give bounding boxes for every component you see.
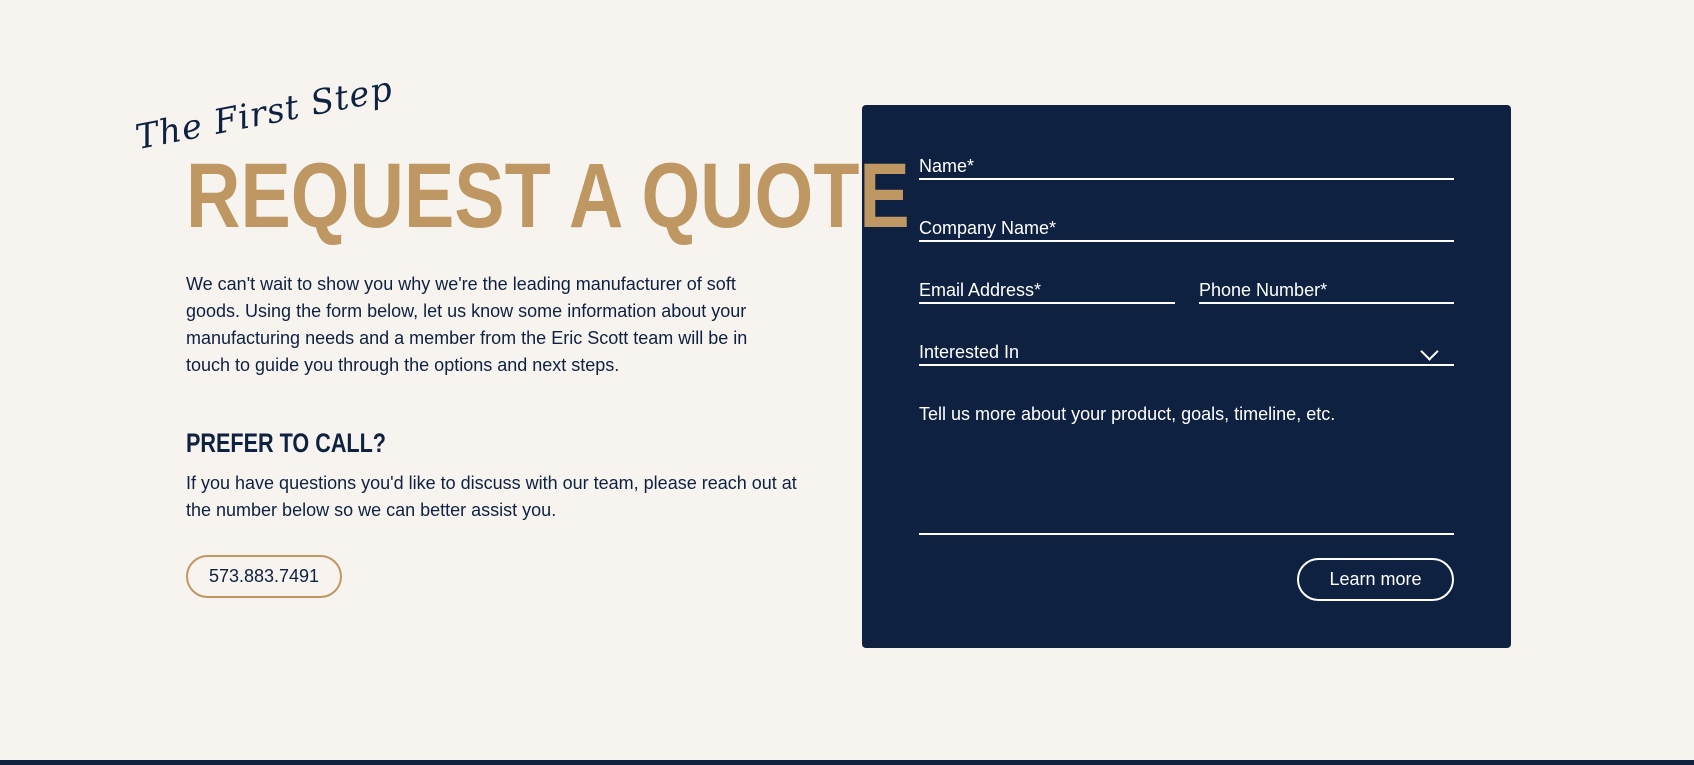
page-title: REQUEST A QUOTE xyxy=(186,145,910,247)
name-field-label: Name* xyxy=(919,156,975,176)
phone-number-button[interactable]: 573.883.7491 xyxy=(186,555,342,598)
message-textarea-placeholder: Tell us more about your product, goals, … xyxy=(919,404,1336,424)
intro-paragraph: We can't wait to show you why we're the … xyxy=(186,274,748,375)
company-name-field-label: Company Name* xyxy=(919,218,1057,238)
email-field[interactable]: Email Address* xyxy=(919,279,1175,304)
email-field-label: Email Address* xyxy=(919,280,1042,300)
learn-more-button[interactable]: Learn more xyxy=(1297,558,1454,601)
chevron-down-icon[interactable] xyxy=(1420,342,1439,361)
company-name-field[interactable]: Company Name* xyxy=(919,217,1454,242)
interested-in-select[interactable]: Interested In xyxy=(919,341,1454,366)
interested-in-select-label: Interested In xyxy=(919,342,1020,362)
name-field[interactable]: Name* xyxy=(919,155,1454,180)
phone-field-label: Phone Number* xyxy=(1199,280,1328,300)
quote-form: Name* Company Name* Email Address* Phone… xyxy=(862,105,1511,648)
bottom-divider xyxy=(0,760,1694,765)
message-textarea[interactable]: Tell us more about your product, goals, … xyxy=(919,403,1454,535)
call-heading: PREFER TO CALL? xyxy=(186,428,387,458)
call-paragraph: If you have questions you'd like to disc… xyxy=(186,473,797,520)
phone-field[interactable]: Phone Number* xyxy=(1199,279,1454,304)
